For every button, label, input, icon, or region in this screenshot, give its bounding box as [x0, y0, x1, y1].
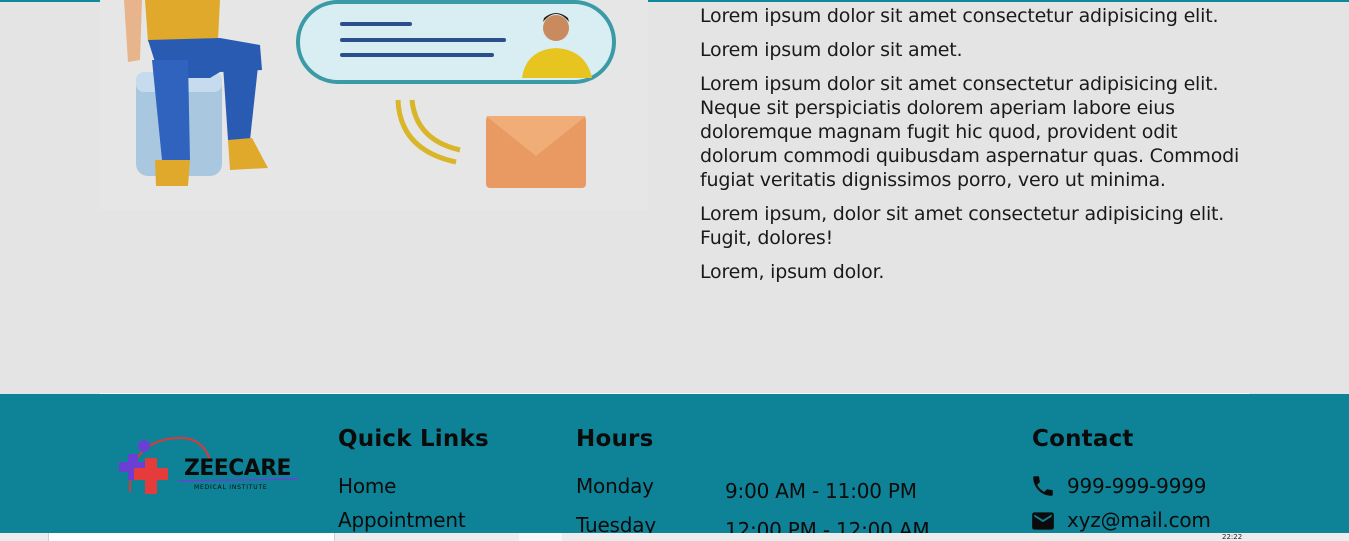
mail-icon — [1030, 508, 1056, 534]
about-paragraph: Lorem ipsum dolor sit amet consectetur a… — [700, 5, 1219, 27]
about-paragraph: Lorem ipsum dolor sit amet consectetur a… — [700, 73, 1240, 191]
svg-text:MEDICAL INSTITUTE: MEDICAL INSTITUTE — [194, 484, 268, 491]
hours-day: Monday — [576, 474, 654, 498]
quick-links-title: Quick Links — [338, 426, 489, 452]
contact-email[interactable]: xyz@mail.com — [1067, 508, 1211, 532]
about-paragraph: Lorem ipsum dolor sit amet. — [700, 39, 963, 61]
contact-title: Contact — [1032, 426, 1134, 452]
hours-title: Hours — [576, 426, 654, 452]
svg-text:ZEECARE: ZEECARE — [184, 456, 291, 481]
contact-phone[interactable]: 999-999-9999 — [1067, 474, 1206, 498]
contact-illustration — [100, 0, 648, 210]
about-text: Lorem ipsum dolor sit amet consectetur a… — [700, 4, 1260, 294]
taskbar-clock: 22:22 — [1222, 533, 1243, 541]
zeecare-logo[interactable]: ZEECARE MEDICAL INSTITUTE — [118, 434, 303, 509]
about-paragraph: Lorem, ipsum dolor. — [700, 261, 885, 283]
about-paragraph: Lorem ipsum, dolor sit amet consectetur … — [700, 203, 1225, 249]
footer-link-home[interactable]: Home — [338, 474, 396, 498]
taskbar-window-thumbnail[interactable] — [48, 533, 335, 541]
hours-time: 9:00 AM - 11:00 PM — [725, 479, 917, 503]
phone-icon — [1030, 473, 1056, 499]
footer-link-appointment[interactable]: Appointment — [338, 508, 466, 532]
taskbar-button[interactable] — [519, 533, 562, 541]
